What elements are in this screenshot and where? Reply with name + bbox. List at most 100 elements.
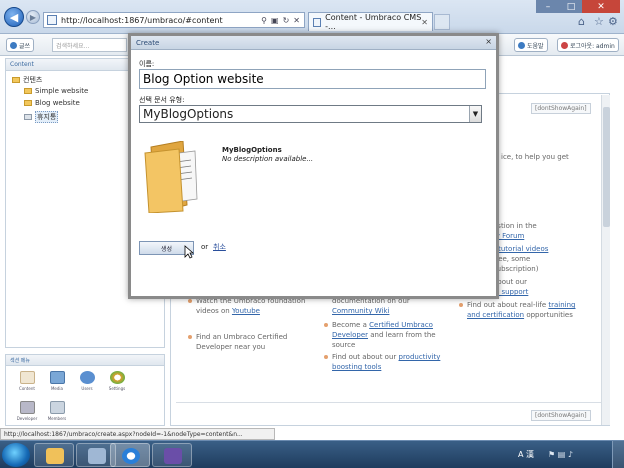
home-icon[interactable]: ⌂ <box>578 15 585 28</box>
vertical-scrollbar[interactable] <box>601 95 610 425</box>
taskbar-ie[interactable] <box>110 443 150 467</box>
dont-show-again-link[interactable]: [dontShowAgain] <box>531 103 591 114</box>
tree-item-recycle-bin[interactable]: 휴지통 <box>24 111 59 123</box>
youtube-bullet: Watch the Umbraco foundation videos on Y… <box>188 296 306 316</box>
app-icon <box>88 448 106 464</box>
section-label: Media <box>50 386 63 391</box>
dont-show-again-link[interactable]: [dontShowAgain] <box>531 410 591 421</box>
volume-icon[interactable]: ♪ <box>568 450 573 459</box>
content-icon <box>19 371 35 384</box>
folder-icon <box>46 448 64 464</box>
youtube-link[interactable]: Youtube <box>232 307 260 315</box>
text-fragment: r tutorial videos <box>493 244 548 254</box>
text-fragment: subscription) <box>493 265 539 273</box>
compat-icon[interactable]: ▣ <box>271 16 279 25</box>
minimize-button[interactable]: – <box>536 0 560 13</box>
doctype-label: 선택 문서 유형: <box>139 96 185 104</box>
tree-root[interactable]: 컨텐츠 <box>12 75 42 85</box>
scrollbar-thumb[interactable] <box>603 107 610 227</box>
section-settings[interactable]: Settings <box>104 371 130 391</box>
folder-icon <box>24 100 32 106</box>
text-fragment: estion in the <box>493 222 537 230</box>
taskbar-visual-studio[interactable] <box>152 443 192 467</box>
help-label: 도움말 <box>527 42 544 50</box>
tree-item-label: 휴지통 <box>35 111 59 123</box>
tray-flag-icon[interactable]: ⚑ <box>548 450 555 459</box>
network-icon[interactable]: ▤ <box>558 450 566 459</box>
bullet-text: Find an Umbraco Certified Developer near… <box>196 333 288 351</box>
tutorial-videos-link[interactable]: tutorial videos <box>498 245 548 253</box>
mouse-cursor-icon <box>184 245 194 259</box>
sections-panel: 섹션 메뉴 Content Media Users Settings Devel… <box>5 354 165 426</box>
tree-item-label: Simple website <box>35 87 89 95</box>
doctype-selected-value: MyBlogOptions <box>143 107 234 121</box>
section-label: Developer <box>16 416 38 421</box>
doctype-description: No description available... <box>222 155 314 163</box>
name-label: 이름: <box>139 60 155 68</box>
stop-icon[interactable]: ✕ <box>293 16 300 25</box>
members-icon <box>49 401 65 414</box>
search-icon[interactable]: ⚲ <box>261 16 267 25</box>
back-button[interactable]: ◀ <box>4 7 24 27</box>
chevron-down-icon[interactable]: ▼ <box>469 106 481 122</box>
visual-studio-icon <box>164 448 182 464</box>
create-dialog: Create × 이름: 선택 문서 유형: MyBlogOptions ▼ M… <box>128 33 499 299</box>
sections-header: 섹션 메뉴 <box>6 355 164 366</box>
maximize-button[interactable]: □ <box>560 0 582 13</box>
new-tab-button[interactable] <box>434 14 450 30</box>
section-members[interactable]: Members <box>44 401 70 421</box>
doctype-select[interactable]: MyBlogOptions ▼ <box>139 105 482 123</box>
section-content[interactable]: Content <box>14 371 40 391</box>
help-icon <box>518 41 525 49</box>
window-close-button[interactable]: ✕ <box>582 0 620 13</box>
certified-developer-bullet: Find an Umbraco Certified Developer near… <box>188 332 306 352</box>
tree-item-simple-website[interactable]: Simple website <box>24 87 88 95</box>
name-input[interactable] <box>139 69 486 89</box>
taskbar-explorer[interactable] <box>34 443 74 467</box>
logout-button[interactable]: 로그아웃: admin <box>557 38 619 52</box>
tray-icons[interactable]: ⚑ ▤ ♪ <box>548 450 573 459</box>
create-icon <box>10 41 17 49</box>
bullet-text: Find out about real-life <box>467 301 547 309</box>
status-bar: http://localhost:1867/umbraco/create.asp… <box>0 428 275 440</box>
section-label: Content <box>19 386 35 391</box>
users-icon <box>79 371 95 384</box>
arrow-left-icon: ◀ <box>9 10 19 24</box>
close-icon[interactable]: ✕ <box>421 18 428 27</box>
address-text[interactable]: http://localhost:1867/umbraco/#content <box>61 16 261 25</box>
start-button[interactable] <box>2 443 30 467</box>
section-developer[interactable]: Developer <box>14 401 40 421</box>
page-icon <box>313 17 322 27</box>
create-menu-button[interactable]: 글쓰 <box>6 38 35 52</box>
training-bullet: Find out about real-life training and ce… <box>459 300 577 320</box>
folder-icon <box>12 77 20 83</box>
help-button[interactable]: 도움말 <box>514 38 548 52</box>
search-input[interactable]: 검색하세요... <box>52 38 127 52</box>
folder-icon <box>144 141 198 213</box>
community-wiki-link[interactable]: Community Wiki <box>332 307 389 315</box>
or-text: or <box>201 243 209 251</box>
section-label: Members <box>47 416 67 421</box>
arrow-right-icon: ▶ <box>29 12 37 22</box>
bullet-text: Become a <box>332 321 367 329</box>
cancel-link[interactable]: 취소 <box>213 242 226 252</box>
gear-icon[interactable]: ⚙ <box>608 15 618 28</box>
bullet-text: opportunities <box>526 311 573 319</box>
section-label: Users <box>81 386 93 391</box>
favorites-star-icon[interactable]: ☆ <box>594 15 604 28</box>
tree-item-label: Blog website <box>35 99 80 107</box>
browser-tab-active[interactable]: Content - Umbraco CMS -... ✕ <box>308 12 433 31</box>
show-desktop-button[interactable] <box>612 441 624 468</box>
language-indicator[interactable]: A 漢 <box>518 449 534 460</box>
close-icon[interactable]: × <box>485 37 492 46</box>
section-media[interactable]: Media <box>44 371 70 391</box>
refresh-icon[interactable]: ↻ <box>283 16 290 25</box>
address-bar[interactable]: http://localhost:1867/umbraco/#content ⚲… <box>43 12 305 28</box>
tree-root-label: 컨텐츠 <box>23 76 43 84</box>
section-users[interactable]: Users <box>74 371 100 391</box>
forward-button[interactable]: ▶ <box>26 10 40 24</box>
logout-icon <box>561 41 568 49</box>
tree-item-blog-website[interactable]: Blog website <box>24 99 80 107</box>
logout-label: 로그아웃: admin <box>570 42 615 50</box>
tab-title: Content - Umbraco CMS -... <box>325 13 422 31</box>
